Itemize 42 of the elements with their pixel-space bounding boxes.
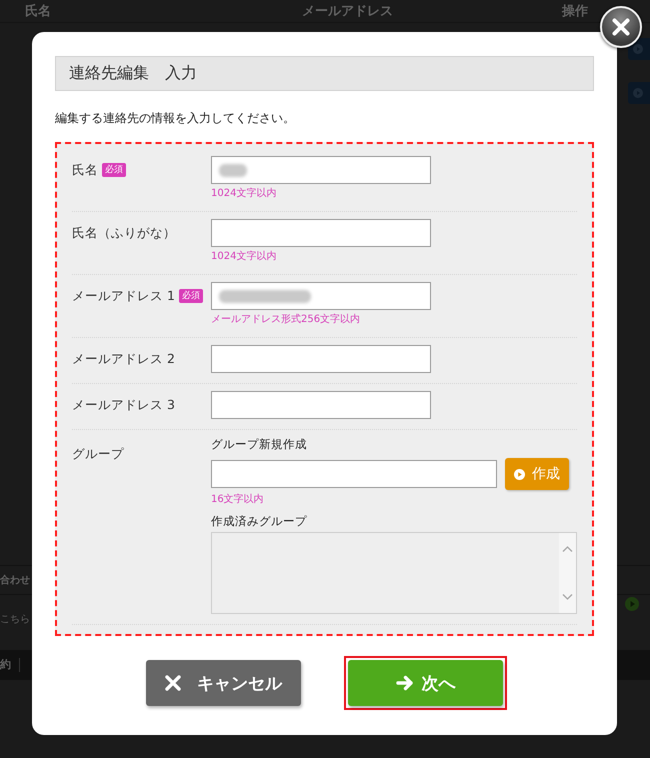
input-field[interactable] [211, 391, 431, 419]
hint-text: メールアドレス形式256文字以内 [211, 313, 360, 327]
required-badge: 必須 [178, 289, 203, 303]
input-field[interactable] [211, 282, 431, 310]
input-field[interactable] [211, 345, 431, 373]
field-sublabel: グループ新規作成 [211, 437, 307, 452]
footer-link[interactable]: 約 [0, 658, 20, 672]
hint-text: 1024文字以内 [211, 187, 276, 201]
required-badge: 必須 [102, 163, 126, 177]
arrow-right-icon [396, 675, 414, 691]
field-label: メールアドレス 3 [72, 396, 175, 414]
instruction-text: 編集する連絡先の情報を入力してください。 [55, 110, 295, 127]
column-header: 操作 [562, 3, 588, 20]
close-button[interactable] [600, 6, 642, 48]
cancel-button[interactable]: キャンセル [146, 660, 301, 706]
close-icon [165, 675, 181, 691]
field-label: 氏名 [72, 162, 98, 178]
group-list[interactable] [211, 532, 577, 614]
scrollbar[interactable] [559, 533, 576, 613]
input-field[interactable] [211, 460, 497, 488]
body-text: こちら [0, 613, 30, 626]
hint-text: 16文字以内 [211, 493, 264, 507]
column-header: メールアドレス [302, 3, 393, 20]
create-button[interactable]: 作成 [505, 458, 569, 490]
play-icon [514, 468, 525, 480]
column-header: 氏名 [25, 2, 51, 20]
section-heading: 合わせ [0, 574, 30, 587]
field-label: 氏名（ふりがな） [72, 224, 176, 242]
dialog-title: 連絡先編集 入力 [55, 56, 594, 91]
next-button[interactable]: 次へ [348, 660, 503, 706]
chevron-down-icon[interactable] [562, 594, 573, 600]
close-icon [612, 18, 630, 36]
field-label: グループ [72, 446, 124, 463]
field-label: メールアドレス 1 [72, 288, 175, 304]
field-sublabel: 作成済みグループ [211, 514, 307, 529]
play-icon [633, 44, 643, 54]
hint-text: 1024文字以内 [211, 250, 276, 264]
chevron-up-icon[interactable] [562, 546, 573, 552]
field-label: メールアドレス 2 [72, 350, 175, 368]
input-field[interactable] [211, 156, 431, 184]
input-field[interactable] [211, 219, 431, 247]
play-icon[interactable] [625, 597, 639, 611]
